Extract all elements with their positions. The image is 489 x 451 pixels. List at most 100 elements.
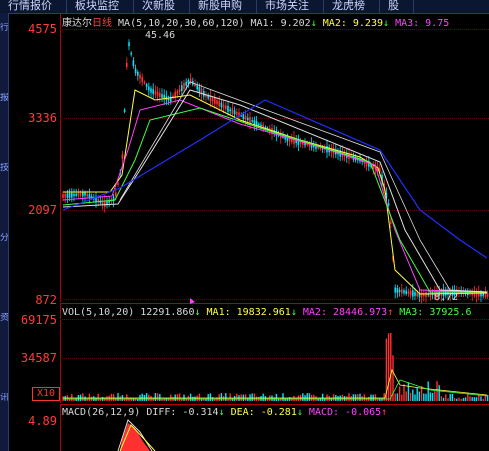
candle-body xyxy=(231,108,234,114)
volume-bar xyxy=(447,398,449,401)
candle-body xyxy=(77,192,80,197)
volume-bar xyxy=(387,333,390,401)
volume-bar xyxy=(154,393,157,401)
volume-bar xyxy=(233,395,236,401)
volume-bar xyxy=(222,396,225,401)
volume-bar xyxy=(346,396,348,401)
volume-bar xyxy=(218,394,220,401)
volume-bar xyxy=(293,395,295,401)
volume-bar xyxy=(225,393,227,401)
volume-bar xyxy=(308,393,311,401)
candle-body xyxy=(414,292,416,296)
volume-bar xyxy=(478,394,480,401)
volume-bar xyxy=(464,397,467,401)
volume-bar xyxy=(71,394,73,401)
candle-body xyxy=(390,221,392,224)
volume-bar xyxy=(471,397,473,401)
candle-body xyxy=(137,71,139,76)
volume-bar xyxy=(407,382,410,401)
candle-body xyxy=(260,124,262,127)
volume-bar xyxy=(306,393,308,401)
volume-bar xyxy=(262,393,264,401)
volume-bar xyxy=(343,396,346,401)
volume-bar xyxy=(145,393,148,401)
volume-bar xyxy=(438,385,440,401)
candle-body xyxy=(161,94,163,98)
down-arrow-icon: ↓ xyxy=(296,407,303,418)
volume-bar xyxy=(462,398,465,401)
candle-body xyxy=(482,293,484,296)
ma3-value: MA3: 9.75 xyxy=(395,18,450,29)
volume-bar xyxy=(425,393,427,401)
volume-bar xyxy=(220,393,223,401)
volume-bar xyxy=(403,384,405,401)
candle-body xyxy=(115,192,117,197)
volume-bar xyxy=(337,396,339,401)
volume-bar xyxy=(264,396,267,401)
macd-legend-label: MACD(26,12,9) xyxy=(62,407,141,418)
down-arrow-icon: ↓ xyxy=(218,407,225,418)
volume-bar xyxy=(260,395,262,401)
volume-bar xyxy=(398,386,401,401)
candle-body xyxy=(75,193,77,196)
volume-bar xyxy=(445,394,447,401)
candle-body xyxy=(251,120,253,122)
candle-body xyxy=(214,97,216,105)
volume-bar xyxy=(469,396,471,401)
vol-ma1-value: MA1: 19832.961 xyxy=(206,307,291,318)
volume-bar xyxy=(134,398,137,401)
candle-body xyxy=(156,91,159,96)
period-label[interactable]: 日线 xyxy=(92,18,112,29)
volume-bar xyxy=(189,393,192,401)
candle-body xyxy=(425,292,427,297)
ma-legend-label: MA(5,10,20,30,60,120) xyxy=(118,18,245,29)
candle-body xyxy=(185,81,187,86)
volume-bar xyxy=(440,396,443,401)
candle-body xyxy=(64,193,66,198)
volume-bar xyxy=(62,396,64,401)
candle-body xyxy=(134,68,137,74)
volume-bar xyxy=(396,393,399,401)
price-low-label: 8.72 xyxy=(434,292,458,303)
cursor-marker-icon xyxy=(190,298,195,304)
candle-body xyxy=(222,104,225,108)
volume-bar xyxy=(236,393,238,401)
volume-bar xyxy=(209,393,212,401)
candle-body xyxy=(130,52,132,55)
volume-bar xyxy=(350,396,352,401)
volume-bar xyxy=(486,394,489,401)
stock-kline-chart[interactable] xyxy=(0,0,489,451)
volume-bar xyxy=(442,397,445,401)
volume-bar xyxy=(75,398,77,401)
candle-body xyxy=(141,77,143,83)
candle-body xyxy=(139,74,141,79)
volume-bar xyxy=(275,393,278,401)
macd-macd-value: MACD: -0.065 xyxy=(308,407,382,418)
volume-bar xyxy=(302,393,304,401)
volume-bar xyxy=(203,398,205,401)
price-low-value: 8.72 xyxy=(434,292,459,303)
volume-bar xyxy=(427,381,429,401)
ma30-line xyxy=(62,89,488,293)
candle-body xyxy=(211,98,214,102)
volume-bar xyxy=(88,393,91,401)
candle-body xyxy=(249,117,251,123)
candle-body xyxy=(128,42,130,47)
vol-current-value: 12291.860 xyxy=(140,307,195,318)
volume-bar xyxy=(315,396,317,401)
candle-body xyxy=(145,84,148,87)
candle-body xyxy=(86,193,88,197)
candle-body xyxy=(66,193,69,198)
ma10-line xyxy=(62,99,488,293)
candle-body xyxy=(176,91,179,94)
candle-body xyxy=(82,192,84,197)
candle-body xyxy=(236,112,238,115)
candle-body xyxy=(394,287,396,293)
candle-body xyxy=(132,60,135,66)
volume-bar xyxy=(416,387,418,401)
candle-body xyxy=(416,292,418,297)
volume-bar xyxy=(328,396,330,401)
volume-bar xyxy=(99,398,102,401)
volume-bar xyxy=(482,398,484,401)
volume-bar xyxy=(467,393,469,401)
